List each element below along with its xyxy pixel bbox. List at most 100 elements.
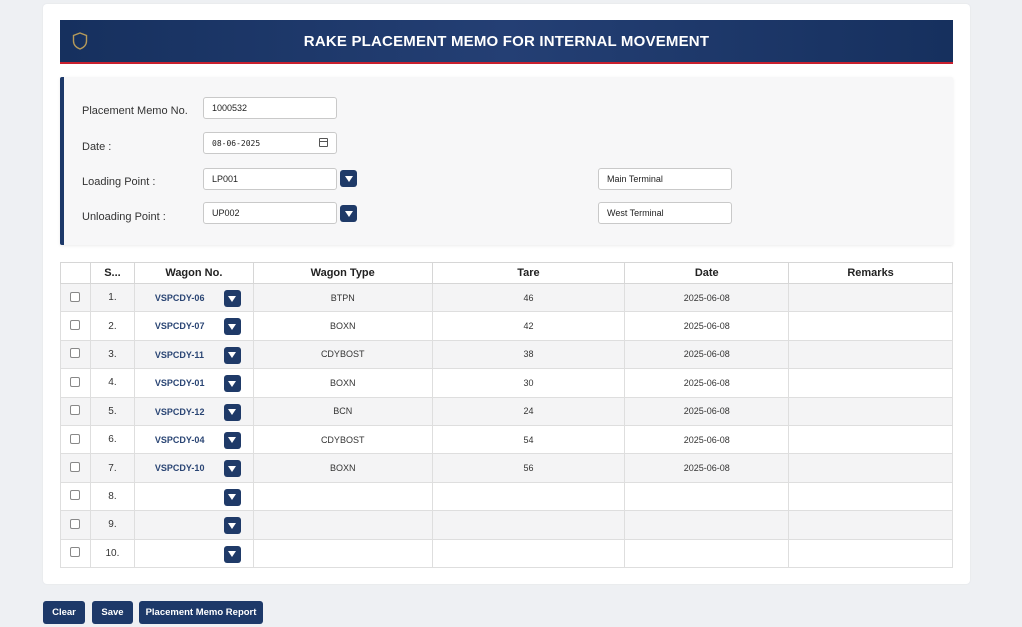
row-serial: 8. [89,481,135,512]
memo-no-label: Placement Memo No. [82,105,188,117]
remarks-cell[interactable] [788,481,953,512]
chevron-down-icon [228,409,237,416]
remarks-cell[interactable] [788,538,953,568]
wagon-dropdown[interactable] [223,460,241,478]
row-serial: 5. [89,396,135,426]
wagon-no-cell: VSPCDY-10 [133,453,254,483]
wagon-no-cell: VSPCDY-04 [133,424,254,455]
row-checkbox[interactable] [70,547,81,558]
row-date: 2025-06-08 [624,396,790,426]
tare [431,481,626,512]
unloading-point-dropdown[interactable] [340,205,357,222]
wagon-dropdown[interactable] [223,318,241,336]
wagon-dropdown[interactable] [223,545,241,563]
row-checkbox[interactable] [70,490,81,501]
row-date [624,510,790,540]
page-title: RAKE PLACEMENT MEMO FOR INTERNAL MOVEMEN… [303,32,710,50]
row-date: 2025-06-08 [624,311,790,341]
remarks-cell[interactable] [788,510,953,540]
placement-memo-report-button[interactable]: Placement Memo Report [139,601,263,624]
table-row: 4. VSPCDY-01 BOXN 30 2025-06-08 [60,368,953,398]
wagon-type [252,538,433,568]
row-date: 2025-06-08 [624,282,790,313]
table-row: 7. VSPCDY-10 BOXN 56 2025-06-08 [60,453,953,483]
row-date: 2025-06-08 [624,368,790,398]
row-checkbox[interactable] [70,291,81,302]
wagon-no: VSPCDY-01 [154,378,205,389]
wagon-type: BOXN [252,311,433,341]
tare [431,538,626,568]
row-checkbox[interactable] [70,433,81,444]
loading-point-input[interactable]: LP001 [203,168,337,190]
chevron-down-icon [228,522,237,529]
tare-column-header: Tare [431,262,626,284]
tare: 56 [431,453,626,483]
remarks-cell[interactable] [788,424,953,455]
row-checkbox[interactable] [70,462,81,473]
row-serial: 4. [89,368,135,398]
remarks-cell[interactable] [788,282,953,313]
wagon-dropdown[interactable] [223,403,241,421]
row-serial: 6. [89,424,135,455]
row-checkbox[interactable] [70,376,81,387]
wagon-no-cell: VSPCDY-11 [133,339,254,370]
remarks-cell[interactable] [788,453,953,483]
wagon-dropdown[interactable] [223,488,241,506]
wagon-type: BOXN [252,453,433,483]
calendar-icon[interactable] [319,138,328,147]
wagon-type: BOXN [252,368,433,398]
wagon-type [252,510,433,540]
memo-no-input[interactable]: 1000532 [203,97,337,119]
table-row: 8. [60,481,953,512]
row-checkbox[interactable] [70,348,81,359]
remarks-cell[interactable] [788,311,953,341]
remarks-cell[interactable] [788,396,953,426]
clear-button[interactable]: Clear [43,601,85,624]
row-checkbox[interactable] [70,405,81,416]
chevron-down-icon [228,352,237,359]
wagon-dropdown[interactable] [223,346,241,364]
tare: 54 [431,424,626,455]
date-input[interactable]: 08-06-2025 [203,132,337,154]
loading-point-name[interactable]: Main Terminal [598,168,732,190]
wagon-no-cell: VSPCDY-07 [133,311,254,341]
wagon-dropdown[interactable] [223,375,241,393]
table-row: 3. VSPCDY-11 CDYBOST 38 2025-06-08 [60,339,953,370]
tare: 46 [431,282,626,313]
row-serial: 3. [89,339,135,370]
row-checkbox[interactable] [70,320,81,331]
date-column-header: Date [624,262,790,284]
wagon-no-cell: VSPCDY-06 [133,282,254,313]
row-date: 2025-06-08 [624,453,790,483]
chevron-down-icon [228,323,237,330]
table-row: 5. VSPCDY-12 BCN 24 2025-06-08 [60,396,953,426]
tare [431,510,626,540]
serial-column-header: S... [89,262,135,284]
wagon-dropdown[interactable] [223,517,241,535]
unloading-point-name[interactable]: West Terminal [598,202,732,224]
table-row: 10. [60,538,953,568]
chevron-down-icon [228,295,237,302]
chevron-down-icon [228,494,237,501]
row-serial: 9. [89,510,135,540]
page-header: RAKE PLACEMENT MEMO FOR INTERNAL MOVEMEN… [60,20,953,64]
wagon-type: CDYBOST [252,339,433,370]
wagon-dropdown[interactable] [223,431,241,449]
remarks-column-header: Remarks [788,262,953,284]
chevron-down-icon [228,437,237,444]
remarks-cell[interactable] [788,368,953,398]
loading-point-dropdown[interactable] [340,170,357,187]
save-button[interactable]: Save [92,601,133,624]
chevron-down-icon [228,465,237,472]
chevron-down-icon [344,210,353,217]
row-checkbox[interactable] [70,518,81,529]
chevron-down-icon [228,380,237,387]
loading-point-label: Loading Point : [82,176,156,188]
wagon-type-column-header: Wagon Type [252,262,433,284]
remarks-cell[interactable] [788,339,953,370]
chevron-down-icon [228,551,237,558]
wagon-dropdown[interactable] [223,290,241,307]
wagon-no: VSPCDY-11 [154,349,204,360]
unloading-point-input[interactable]: UP002 [203,202,337,224]
tare: 24 [431,396,626,426]
